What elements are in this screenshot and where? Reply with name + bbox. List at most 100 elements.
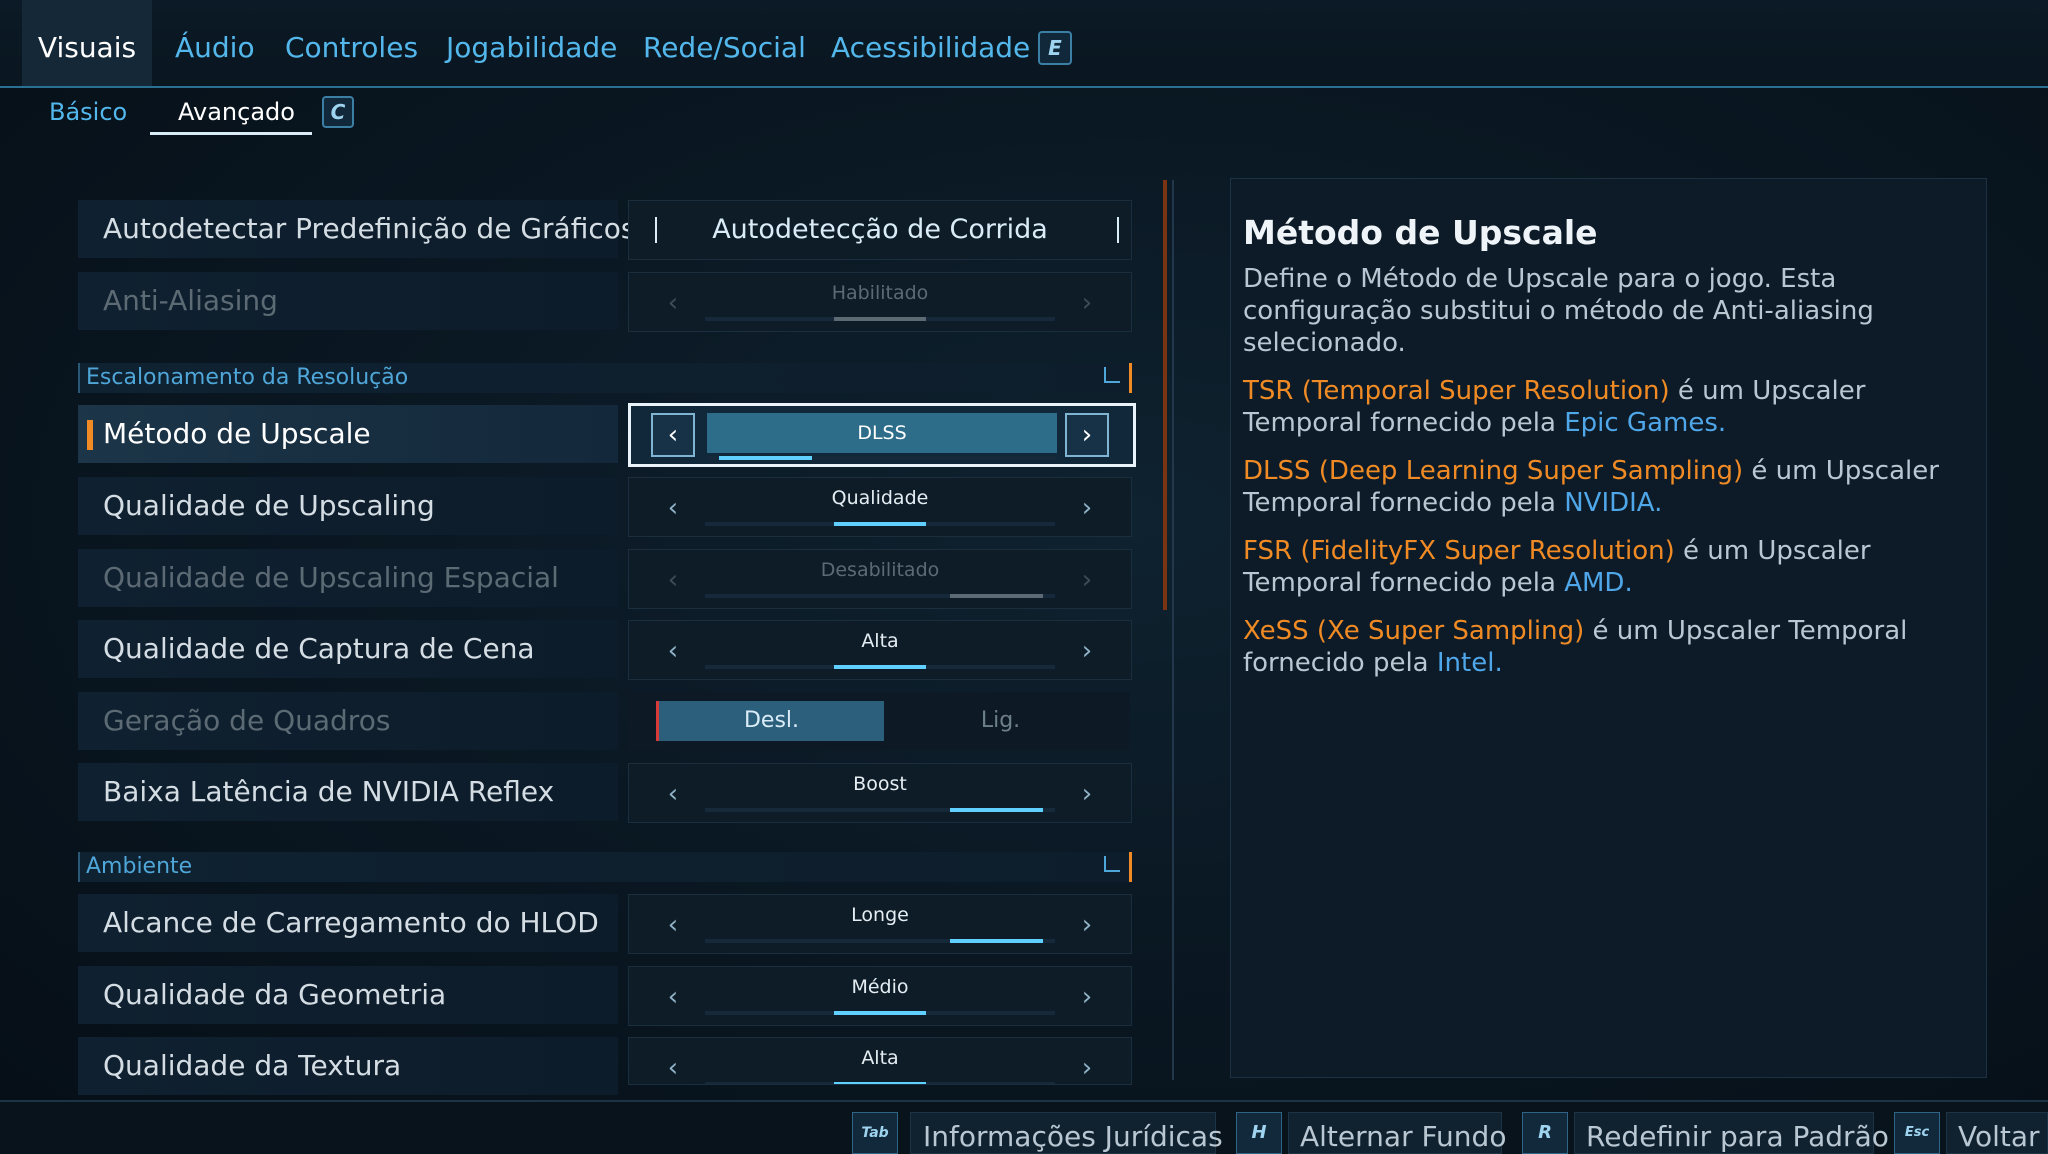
- info-fsr: FSR (FidelityFX Super Resolution) é um U…: [1243, 535, 1973, 599]
- level-fill: [719, 456, 812, 460]
- chevron-left-icon[interactable]: ‹: [653, 1048, 693, 1084]
- scroll-track: [1172, 180, 1174, 1080]
- tab-jogabilidade[interactable]: Jogabilidade: [446, 0, 617, 86]
- back-label: Voltar: [1958, 1120, 2040, 1153]
- fsr-name: FSR (FidelityFX Super Resolution): [1243, 536, 1675, 566]
- setting-label: Qualidade da Geometria: [103, 978, 447, 1011]
- level-track: [705, 939, 1055, 943]
- level-track: [705, 1011, 1055, 1015]
- xess-vendor: Intel.: [1436, 648, 1503, 678]
- collapse-icon[interactable]: [1104, 367, 1120, 383]
- chevron-right-icon[interactable]: ›: [1067, 283, 1107, 323]
- geometry-selector[interactable]: ‹ Médio ›: [628, 966, 1132, 1026]
- selector-value: Qualidade: [831, 487, 929, 509]
- chevron-right-icon[interactable]: ›: [1067, 560, 1107, 600]
- setting-row-spatial-quality[interactable]: Qualidade de Upscaling Espacial: [78, 549, 618, 607]
- level-fill: [833, 317, 927, 321]
- tab-audio[interactable]: Áudio: [175, 0, 255, 86]
- level-fill: [833, 522, 927, 526]
- chevron-right-icon[interactable]: ›: [1067, 774, 1107, 814]
- collapse-icon[interactable]: [1104, 856, 1120, 872]
- level-track: [705, 808, 1055, 812]
- hlod-range-selector[interactable]: ‹ Longe ›: [628, 894, 1132, 954]
- chevron-right-icon[interactable]: ›: [1067, 905, 1107, 945]
- chevron-left-icon[interactable]: ‹: [653, 631, 693, 671]
- chevron-left-icon[interactable]: ‹: [653, 977, 693, 1017]
- subtab-avancado[interactable]: Avançado: [178, 98, 295, 126]
- level-fill: [833, 665, 927, 669]
- tab-controles[interactable]: Controles: [285, 0, 418, 86]
- esc-key-icon: Esc: [1894, 1112, 1940, 1154]
- level-track: [705, 317, 1055, 321]
- setting-row-geometry[interactable]: Qualidade da Geometria: [78, 966, 618, 1024]
- scene-capture-selector[interactable]: ‹ Alta ›: [628, 620, 1132, 680]
- legal-info-label: Informações Jurídicas: [923, 1120, 1223, 1153]
- tab-key-icon: Tab: [852, 1112, 898, 1154]
- section-title: Ambiente: [86, 854, 193, 879]
- setting-label: Qualidade de Upscaling Espacial: [103, 561, 559, 594]
- chevron-right-icon[interactable]: ›: [1067, 631, 1107, 671]
- subtab-basico[interactable]: Básico: [49, 98, 127, 126]
- dlss-vendor: NVIDIA.: [1564, 488, 1663, 518]
- reflex-selector[interactable]: ‹ Boost ›: [628, 763, 1132, 823]
- chevron-left-icon[interactable]: ‹: [653, 283, 693, 323]
- level-track: [705, 665, 1055, 669]
- next-subtab-key-hint[interactable]: C: [322, 96, 354, 128]
- section-header-environment: Ambiente: [78, 852, 1132, 882]
- xess-name: XeSS (Xe Super Sampling): [1243, 616, 1585, 646]
- setting-label: Qualidade da Textura: [103, 1049, 402, 1082]
- tab-visuais[interactable]: Visuais: [22, 0, 152, 86]
- level-track: [705, 522, 1055, 526]
- upscaling-quality-selector[interactable]: ‹ Qualidade ›: [628, 477, 1132, 537]
- next-tab-key-hint[interactable]: E: [1038, 31, 1072, 65]
- toggle-on-option[interactable]: Lig.: [888, 701, 1113, 741]
- texture-selector[interactable]: ‹ Alta ›: [628, 1037, 1132, 1085]
- chevron-left-icon[interactable]: ‹: [653, 774, 693, 814]
- autodetect-button[interactable]: Autodetecção de Corrida: [628, 200, 1132, 260]
- selector-value: Médio: [851, 976, 909, 998]
- antialiasing-selector[interactable]: ‹ Habilitado ›: [628, 272, 1132, 332]
- upscale-method-selector[interactable]: ‹ DLSS ›: [628, 403, 1136, 467]
- setting-row-reflex[interactable]: Baixa Latência de NVIDIA Reflex: [78, 763, 618, 821]
- chevron-right-icon[interactable]: ›: [1065, 413, 1109, 457]
- selector-value: Alta: [861, 630, 899, 652]
- chevron-right-icon[interactable]: ›: [1067, 1048, 1107, 1084]
- bracket-right: [1117, 217, 1119, 243]
- setting-label: Alcance de Carregamento do HLOD: [103, 906, 599, 939]
- chevron-left-icon[interactable]: ‹: [653, 488, 693, 528]
- setting-row-upscaling-quality[interactable]: Qualidade de Upscaling: [78, 477, 618, 535]
- tsr-vendor: Epic Games.: [1564, 408, 1727, 438]
- setting-row-antialiasing[interactable]: Anti-Aliasing: [78, 272, 618, 330]
- setting-row-hlod-range[interactable]: Alcance de Carregamento do HLOD: [78, 894, 618, 952]
- chevron-left-icon[interactable]: ‹: [653, 560, 693, 600]
- frame-gen-toggle[interactable]: Desl. Lig.: [628, 692, 1130, 750]
- chevron-right-icon[interactable]: ›: [1067, 488, 1107, 528]
- toggle-off-option[interactable]: Desl.: [656, 701, 884, 741]
- scrollbar-thumb[interactable]: [1163, 180, 1167, 610]
- info-dlss: DLSS (Deep Learning Super Sampling) é um…: [1243, 455, 1973, 519]
- selector-value: Habilitado: [831, 282, 929, 304]
- selector-value: Longe: [851, 904, 909, 926]
- level-fill: [950, 939, 1043, 943]
- tab-acessibilidade[interactable]: Acessibilidade: [831, 0, 1030, 86]
- fsr-vendor: AMD.: [1564, 568, 1633, 598]
- setting-label: Geração de Quadros: [103, 704, 391, 737]
- setting-row-upscale-method[interactable]: Método de Upscale: [78, 405, 618, 463]
- spatial-quality-selector[interactable]: ‹ Desabilitado ›: [628, 549, 1132, 609]
- level-fill: [833, 1082, 927, 1084]
- setting-row-texture[interactable]: Qualidade da Textura: [78, 1037, 618, 1095]
- section-accent: [1129, 363, 1132, 393]
- setting-label: Método de Upscale: [103, 417, 371, 450]
- setting-row-autodetect[interactable]: Autodetectar Predefinição de Gráficos: [78, 200, 635, 258]
- info-description: Define o Método de Upscale para o jogo. …: [1243, 264, 1874, 358]
- h-key-icon: H: [1236, 1112, 1282, 1154]
- chevron-left-icon[interactable]: ‹: [653, 905, 693, 945]
- setting-label: Anti-Aliasing: [103, 284, 278, 317]
- setting-row-scene-capture[interactable]: Qualidade de Captura de Cena: [78, 620, 618, 678]
- reset-default-label: Redefinir para Padrão: [1586, 1120, 1889, 1153]
- tab-rede-social[interactable]: Rede/Social: [643, 0, 806, 86]
- chevron-right-icon[interactable]: ›: [1067, 977, 1107, 1017]
- info-xess: XeSS (Xe Super Sampling) é um Upscaler T…: [1243, 615, 1973, 679]
- chevron-left-icon[interactable]: ‹: [651, 413, 695, 457]
- setting-row-frame-gen[interactable]: Geração de Quadros: [78, 692, 618, 750]
